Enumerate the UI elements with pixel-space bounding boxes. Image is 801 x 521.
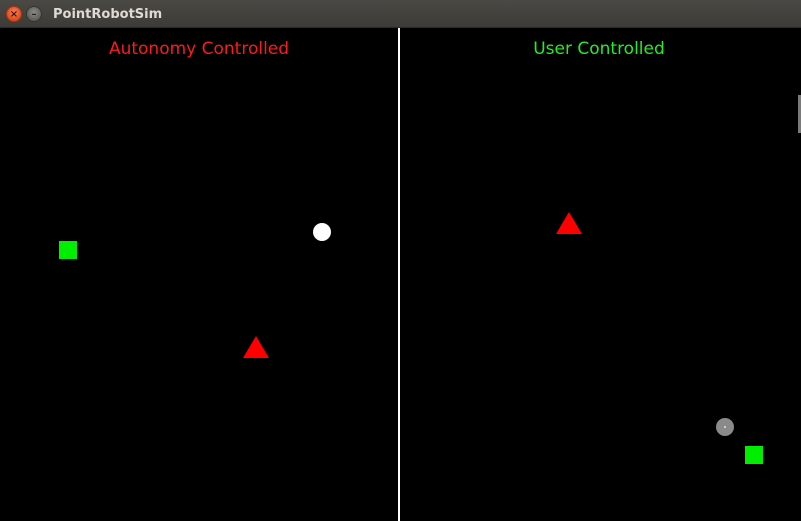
autonomy-panel-label: Autonomy Controlled [108, 39, 290, 59]
close-button[interactable]: × [6, 6, 22, 22]
app-window: × – PointRobotSim Autonomy Controlled Us… [0, 0, 801, 521]
user-goal-icon [745, 446, 763, 464]
user-panel-label: User Controlled [533, 39, 665, 59]
user-robot-icon[interactable] [716, 418, 734, 436]
minimize-button[interactable]: – [26, 6, 42, 22]
minimize-icon: – [31, 9, 37, 20]
title-bar[interactable]: × – PointRobotSim [0, 0, 801, 28]
panel-divider [398, 28, 400, 521]
close-icon: × [9, 9, 19, 20]
user-obstacle-icon [556, 212, 582, 234]
autonomy-obstacle-icon [243, 336, 269, 358]
window-title: PointRobotSim [53, 7, 163, 22]
simulation-canvas[interactable]: Autonomy Controlled User Controlled [0, 28, 801, 521]
autonomy-goal-icon [59, 241, 77, 259]
autonomy-robot-icon [313, 223, 331, 241]
